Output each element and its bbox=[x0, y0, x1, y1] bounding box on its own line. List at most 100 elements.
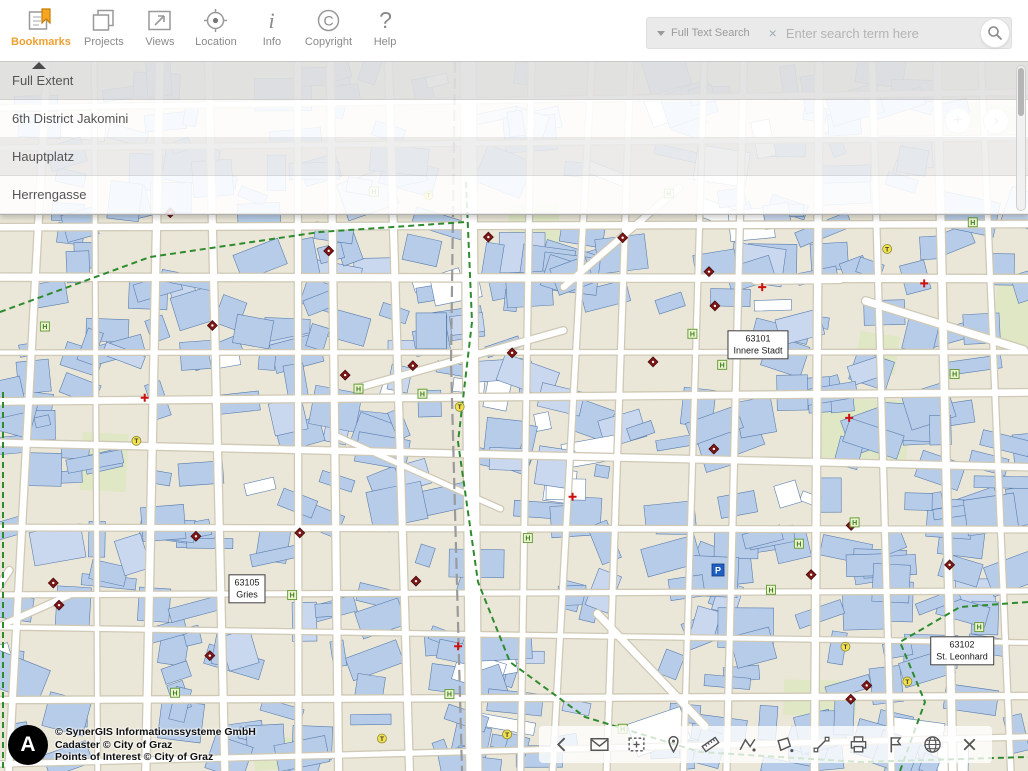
attribution-lines: © SynerGIS Informationssysteme GmbH Cada… bbox=[55, 726, 256, 764]
print-button[interactable] bbox=[847, 734, 869, 756]
toolbar-button-label: Location bbox=[195, 36, 237, 48]
svg-text:H: H bbox=[172, 690, 177, 697]
close-toolbar-button[interactable] bbox=[958, 734, 980, 756]
svg-text:H: H bbox=[952, 372, 957, 379]
bookmark-flag-button[interactable] bbox=[884, 734, 906, 756]
svg-text:T: T bbox=[134, 438, 138, 445]
map-pin-icon bbox=[663, 734, 684, 755]
bookmarks-icon bbox=[27, 7, 54, 34]
district-code: 63102 bbox=[936, 639, 988, 651]
bookmarks-panel: Full Extent 6th District Jakomini Hauptp… bbox=[0, 62, 1028, 215]
info-icon: i bbox=[258, 7, 285, 34]
city-logo: A bbox=[8, 725, 48, 765]
district-code: 63105 bbox=[234, 577, 259, 589]
close-toolbar-icon bbox=[959, 734, 980, 755]
location-icon bbox=[202, 7, 229, 34]
panel-scrollbar-thumb[interactable] bbox=[1018, 68, 1024, 116]
help-icon: ? bbox=[372, 7, 399, 34]
svg-text:T: T bbox=[905, 679, 909, 686]
redlining-icon bbox=[811, 734, 832, 755]
search-clear-button[interactable]: × bbox=[760, 25, 786, 41]
svg-text:?: ? bbox=[379, 7, 392, 33]
toolbar-button-projects[interactable]: Projects bbox=[76, 0, 132, 52]
svg-text:H: H bbox=[720, 362, 725, 369]
svg-text:C: C bbox=[323, 13, 333, 29]
overview-globe-icon bbox=[922, 734, 943, 755]
svg-text:T: T bbox=[843, 644, 847, 651]
search-submit-button[interactable] bbox=[980, 18, 1010, 48]
print-icon bbox=[848, 734, 869, 755]
panel-scrollbar[interactable] bbox=[1016, 65, 1026, 211]
svg-text:i: i bbox=[269, 8, 275, 33]
district-code: 63101 bbox=[733, 333, 782, 345]
toolbar-button-label: Copyright bbox=[305, 36, 352, 48]
svg-text:T: T bbox=[885, 246, 889, 253]
overview-globe-button[interactable] bbox=[921, 734, 943, 756]
chevron-down-icon bbox=[657, 31, 665, 36]
search-icon bbox=[987, 25, 1003, 41]
attribution-line: Cadaster © City of Graz bbox=[55, 739, 256, 752]
views-icon bbox=[146, 7, 173, 34]
svg-text:H: H bbox=[768, 587, 773, 594]
search-mode-dropdown[interactable]: Full Text Search bbox=[647, 27, 760, 39]
svg-text:H: H bbox=[420, 391, 425, 398]
bookmark-item-jakomini[interactable]: 6th District Jakomini bbox=[0, 100, 1028, 138]
svg-text:H: H bbox=[356, 386, 361, 393]
zoom-window-icon bbox=[626, 734, 647, 755]
search-bar: Full Text Search × bbox=[646, 17, 1012, 49]
bookmark-item-full-extent[interactable]: Full Extent bbox=[0, 62, 1028, 100]
svg-text:H: H bbox=[690, 331, 695, 338]
svg-text:H: H bbox=[525, 536, 530, 543]
svg-text:H: H bbox=[852, 520, 857, 527]
bookmark-item-herrengasse[interactable]: Herrengasse bbox=[0, 176, 1028, 214]
app-window: HHHHHHHHHHHHHHHHHHTTTTTTTTP + › 63101 In… bbox=[0, 0, 1028, 771]
measure-area-button[interactable] bbox=[773, 734, 795, 756]
redlining-button[interactable] bbox=[810, 734, 832, 756]
svg-text:T: T bbox=[505, 732, 509, 739]
email-button[interactable] bbox=[588, 734, 610, 756]
attribution-line: © SynerGIS Informationssysteme GmbH bbox=[55, 726, 256, 739]
toolbar-button-info[interactable]: i Info bbox=[244, 0, 300, 52]
bookmark-item-hauptplatz[interactable]: Hauptplatz bbox=[0, 138, 1028, 176]
map-attribution: A © SynerGIS Informationssysteme GmbH Ca… bbox=[8, 725, 256, 765]
district-name: Innere Stadt bbox=[733, 345, 782, 357]
svg-text:H: H bbox=[977, 625, 982, 632]
svg-text:H: H bbox=[447, 692, 452, 699]
map-pin-button[interactable] bbox=[662, 734, 684, 756]
svg-text:T: T bbox=[380, 736, 384, 743]
projects-icon bbox=[90, 7, 117, 34]
bookmark-flag-icon bbox=[885, 734, 906, 755]
toolbar-button-label: Help bbox=[374, 36, 397, 48]
district-name: Gries bbox=[234, 589, 259, 601]
svg-text:T: T bbox=[458, 404, 462, 411]
svg-text:H: H bbox=[970, 220, 975, 227]
map-tools-toolbar bbox=[539, 726, 992, 763]
toolbar-button-label: Bookmarks bbox=[11, 36, 71, 48]
district-label-gries: 63105 Gries bbox=[228, 574, 265, 603]
toolbar-button-label: Views bbox=[145, 36, 174, 48]
district-label-st-leonhard: 63102 St. Leonhard bbox=[930, 636, 994, 665]
svg-text:H: H bbox=[290, 593, 295, 600]
district-name: St. Leonhard bbox=[936, 651, 988, 663]
email-icon bbox=[589, 734, 610, 755]
collapse-toolbar-button[interactable] bbox=[551, 734, 573, 756]
search-mode-label: Full Text Search bbox=[671, 27, 750, 39]
toolbar-button-copyright[interactable]: C Copyright bbox=[300, 0, 357, 52]
measure-distance-button[interactable] bbox=[736, 734, 758, 756]
copyright-icon: C bbox=[315, 7, 342, 34]
ruler-button[interactable] bbox=[699, 734, 721, 756]
svg-text:H: H bbox=[42, 324, 47, 331]
toolbar-button-bookmarks[interactable]: Bookmarks bbox=[6, 0, 76, 52]
zoom-window-button[interactable] bbox=[625, 734, 647, 756]
toolbar-button-label: Info bbox=[263, 36, 281, 48]
panel-notch-icon bbox=[32, 62, 46, 69]
district-label-innere-stadt: 63101 Innere Stadt bbox=[727, 330, 788, 359]
toolbar-button-help[interactable]: ? Help bbox=[357, 0, 413, 52]
collapse-toolbar-icon bbox=[552, 734, 573, 755]
search-input[interactable] bbox=[786, 26, 980, 41]
measure-distance-icon bbox=[737, 734, 758, 755]
toolbar-button-location[interactable]: Location bbox=[188, 0, 244, 52]
toolbar-button-views[interactable]: Views bbox=[132, 0, 188, 52]
svg-text:P: P bbox=[715, 566, 721, 576]
ruler-icon bbox=[700, 734, 721, 755]
